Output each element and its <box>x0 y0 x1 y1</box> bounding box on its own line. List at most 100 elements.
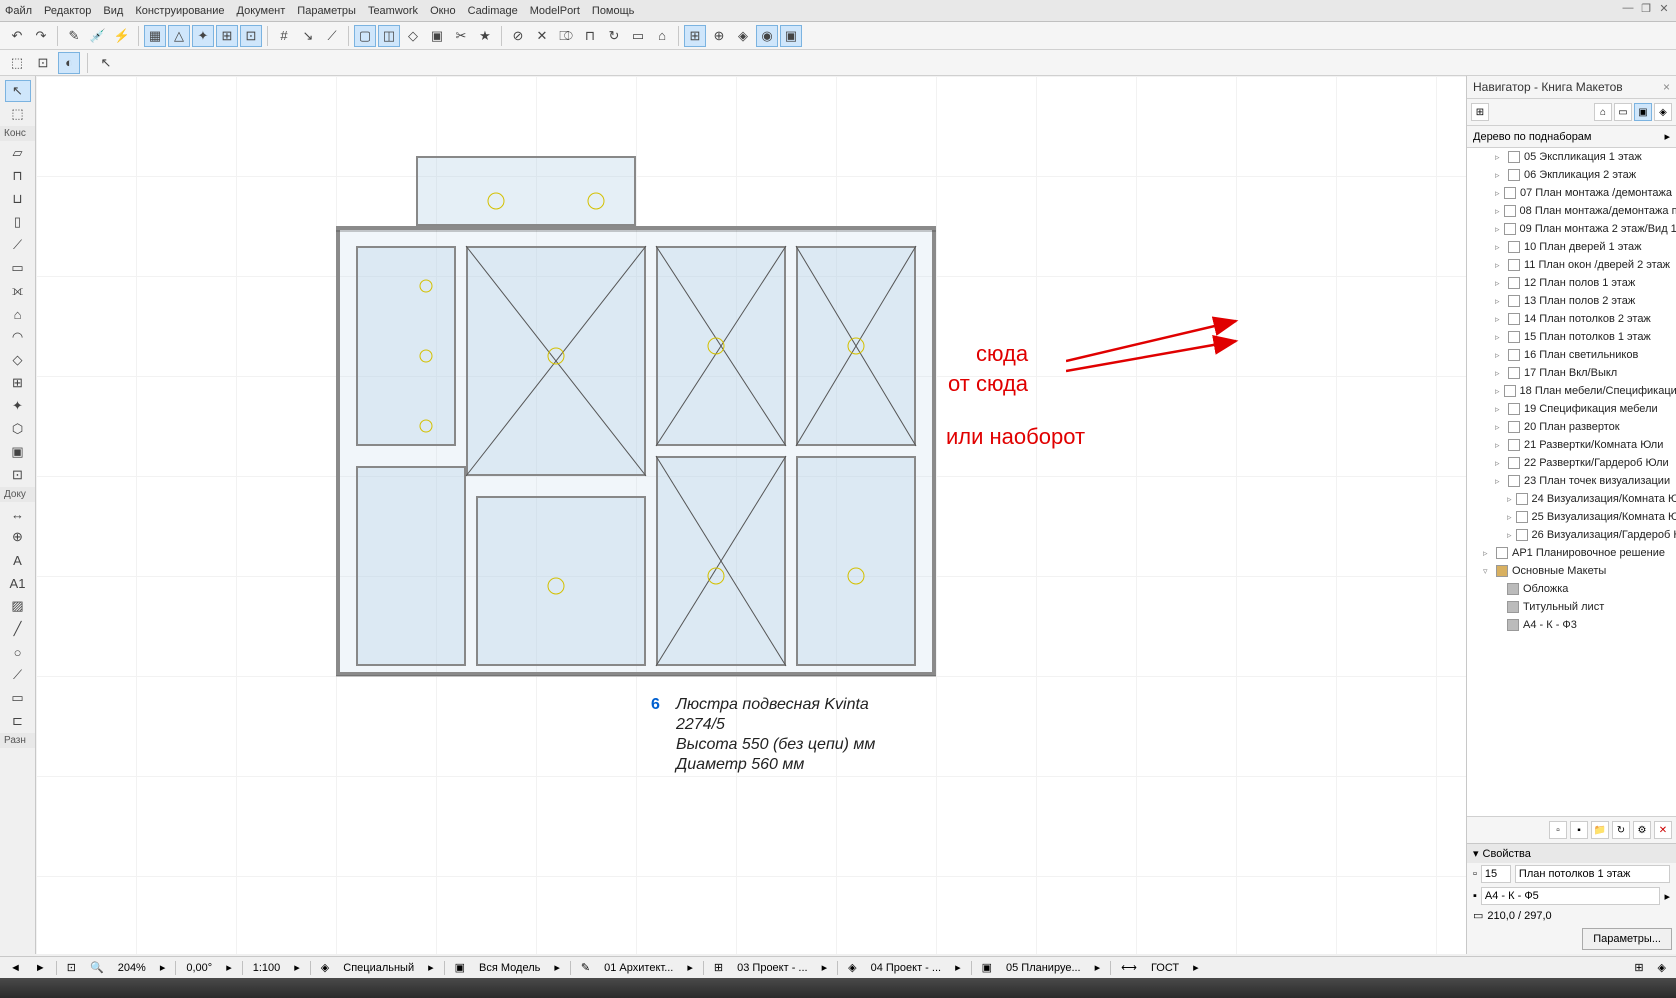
tree-item-layout[interactable]: ▹11 План окон /дверей 2 этаж <box>1467 256 1676 274</box>
menu-teamwork[interactable]: Teamwork <box>368 5 418 17</box>
tree-item-layout[interactable]: ▹22 Развертки/Гардероб Юли <box>1467 454 1676 472</box>
tree-item-layout[interactable]: ▹14 План потолков 2 этаж <box>1467 310 1676 328</box>
line-tool-icon[interactable]: ╱ <box>5 618 31 640</box>
tree-item-layout[interactable]: ▹08 План монтажа/демонтажа п <box>1467 202 1676 220</box>
tree-folder-masters[interactable]: ▿Основные Макеты <box>1467 562 1676 580</box>
slab-tool-icon[interactable]: ▭ <box>5 257 31 279</box>
angle-value[interactable]: 0,00° <box>182 962 216 974</box>
menu-file[interactable]: Файл <box>5 5 32 17</box>
nav-update-icon[interactable]: ↻ <box>1612 821 1630 839</box>
tree-item-layout[interactable]: ▹17 План Вкл/Выкл <box>1467 364 1676 382</box>
master-ref-browse-icon[interactable]: ▸ <box>1664 890 1670 903</box>
nav-project-map-icon[interactable]: ⌂ <box>1594 103 1612 121</box>
layercombo-icon[interactable]: ◈ <box>317 961 333 974</box>
trace-icon[interactable]: ⎄ <box>555 25 577 47</box>
home-icon[interactable]: ⌂ <box>651 25 673 47</box>
group5-icon[interactable]: ▣ <box>780 25 802 47</box>
morph-tool-icon[interactable]: ✦ <box>5 395 31 417</box>
os-taskbar[interactable] <box>0 978 1676 998</box>
selmode1-icon[interactable]: ⬚ <box>6 52 28 74</box>
split-icon[interactable]: ⊓ <box>579 25 601 47</box>
tab-go-icon[interactable]: ▣ <box>978 961 996 974</box>
nav-new-subset-icon[interactable]: 📁 <box>1591 821 1609 839</box>
guideline1-icon[interactable]: ▦ <box>144 25 166 47</box>
eyedropper-icon[interactable]: ✎ <box>63 25 85 47</box>
tree-item-layout[interactable]: ▹06 Экпликация 2 этаж <box>1467 166 1676 184</box>
tree-item-layout[interactable]: ▹10 План дверей 1 этаж <box>1467 238 1676 256</box>
grid-icon[interactable]: # <box>273 25 295 47</box>
chevron-right-icon[interactable]: ▸ <box>1664 130 1670 143</box>
measure-icon[interactable]: ↘ <box>297 25 319 47</box>
clip-icon[interactable]: ✂ <box>450 25 472 47</box>
ruler-icon[interactable]: ⟋ <box>321 25 343 47</box>
tab-pen-icon[interactable]: ✎ <box>577 961 594 974</box>
layercombo-value[interactable]: Специальный <box>339 962 418 974</box>
snap3-icon[interactable]: ⊡ <box>240 25 262 47</box>
tab-mvo-icon[interactable]: ◈ <box>844 961 860 974</box>
zoom-in-icon[interactable]: 🔍 <box>86 961 108 974</box>
circle-tool-icon[interactable]: ○ <box>5 641 31 663</box>
tree-item-layout[interactable]: ▹26 Визуализация/Гардероб Юл <box>1467 526 1676 544</box>
polyline-tool-icon[interactable]: ⟋ <box>5 664 31 686</box>
fill-tool-icon[interactable]: ▨ <box>5 595 31 617</box>
menu-cadimage[interactable]: Cadimage <box>468 5 518 17</box>
model-filter-icon[interactable]: ▣ <box>451 961 469 974</box>
menu-view[interactable]: Вид <box>103 5 123 17</box>
photo-icon[interactable]: ▭ <box>627 25 649 47</box>
rotate-icon[interactable]: ↻ <box>603 25 625 47</box>
section-tool-icon[interactable]: ⊏ <box>5 710 31 732</box>
favorites-icon[interactable]: ★ <box>474 25 496 47</box>
tree-item-layout[interactable]: ▹09 План монтажа 2 этаж/Вид 1 <box>1467 220 1676 238</box>
drawing-canvas[interactable]: сюда от сюда или наоборот 6 Люстра подве… <box>36 76 1466 954</box>
tree-item-layout[interactable]: ▹18 План мебели/Спецификаци <box>1467 382 1676 400</box>
tab-1[interactable]: 01 Архитект... <box>600 962 677 974</box>
dimstd-value[interactable]: ГОСТ <box>1147 962 1183 974</box>
shell-tool-icon[interactable]: ◠ <box>5 326 31 348</box>
panel-close-icon[interactable]: × <box>1663 80 1670 94</box>
element-icon[interactable]: ▣ <box>426 25 448 47</box>
zoom-value[interactable]: 204% <box>114 962 150 974</box>
tree-item-master[interactable]: Титульный лист <box>1467 598 1676 616</box>
zoom-fit-icon[interactable]: ⊡ <box>63 961 80 974</box>
door-tool-icon[interactable]: ⊓ <box>5 165 31 187</box>
marquee-tool-icon[interactable]: ⬚ <box>5 103 31 125</box>
tree-item-layout[interactable]: ▹23 План точек визуализации <box>1467 472 1676 490</box>
nav-publisher-icon[interactable]: ◈ <box>1654 103 1672 121</box>
label-tool-icon[interactable]: A1 <box>5 572 31 594</box>
snap2-icon[interactable]: ⊞ <box>216 25 238 47</box>
guideline2-icon[interactable]: △ <box>168 25 190 47</box>
properties-button[interactable]: Параметры... <box>1582 928 1672 950</box>
menu-modelport[interactable]: ModelPort <box>530 5 580 17</box>
nav-delete-icon[interactable]: ✕ <box>1654 821 1672 839</box>
selmode3-icon[interactable]: ◐ <box>58 52 80 74</box>
level-tool-icon[interactable]: ⊕ <box>5 526 31 548</box>
layout-id-input[interactable] <box>1481 865 1511 883</box>
quick-options2-icon[interactable]: ◈ <box>1654 961 1670 974</box>
group4-icon[interactable]: ◉ <box>756 25 778 47</box>
tree-item-layout[interactable]: ▹19 Спецификация мебели <box>1467 400 1676 418</box>
group3-icon[interactable]: ◈ <box>732 25 754 47</box>
menu-help[interactable]: Помощь <box>592 5 635 17</box>
selmode2-icon[interactable]: ⊡ <box>32 52 54 74</box>
wall2-tool-icon[interactable]: ◫ <box>378 25 400 47</box>
dimension-tool-icon[interactable]: ↔ <box>5 503 31 525</box>
window-tool-icon[interactable]: ⊔ <box>5 188 31 210</box>
drawing-tool-icon[interactable]: ▭ <box>5 687 31 709</box>
navigator-subsets-label[interactable]: Дерево по поднаборам <box>1473 131 1592 143</box>
zone-tool-icon[interactable]: ▣ <box>5 441 31 463</box>
xref-icon[interactable]: ✕ <box>531 25 553 47</box>
mesh-tool-icon[interactable]: ⊡ <box>5 464 31 486</box>
tab-4[interactable]: 05 Планируе... <box>1002 962 1085 974</box>
maximize-icon[interactable]: ❐ <box>1638 2 1654 16</box>
nav-tree-mode-icon[interactable]: ⊞ <box>1471 103 1489 121</box>
dimstd-icon[interactable]: ⟷ <box>1117 961 1141 974</box>
column-tool-icon[interactable]: ▯ <box>5 211 31 233</box>
tree-item-layout[interactable]: ▹25 Визуализация/Комната Юли <box>1467 508 1676 526</box>
syringe-icon[interactable]: 💉 <box>87 25 109 47</box>
nav-fwd-icon[interactable]: ► <box>31 962 50 974</box>
cursor-mode-icon[interactable]: ↖ <box>95 52 117 74</box>
group1-icon[interactable]: ⊞ <box>684 25 706 47</box>
arrow-tool-icon[interactable]: ↖ <box>5 80 31 102</box>
menu-design[interactable]: Конструирование <box>135 5 224 17</box>
wall-tool2-icon[interactable]: ▱ <box>5 142 31 164</box>
